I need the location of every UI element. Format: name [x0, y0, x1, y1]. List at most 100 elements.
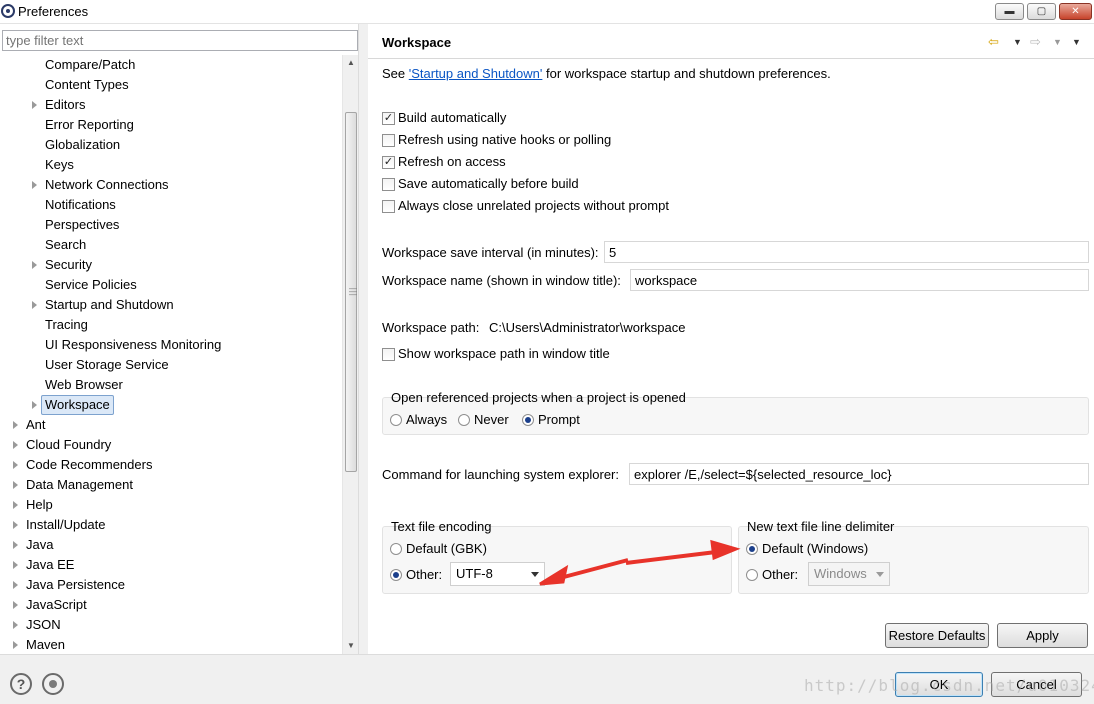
- tree-item[interactable]: Notifications: [0, 195, 342, 215]
- tree-item[interactable]: User Storage Service: [0, 355, 342, 375]
- tree-item[interactable]: Java Persistence: [0, 575, 342, 595]
- back-dropdown-icon[interactable]: ▼: [1013, 37, 1022, 47]
- tree-item[interactable]: JSON: [0, 615, 342, 635]
- checkbox-box[interactable]: [382, 200, 395, 213]
- radio-circle[interactable]: [746, 569, 758, 581]
- tree-item[interactable]: Install/Update: [0, 515, 342, 535]
- forward-arrow-icon[interactable]: ⇨: [1030, 34, 1041, 50]
- expand-arrow-icon[interactable]: [13, 521, 18, 529]
- workspace-path-value: C:\Users\Administrator\workspace: [489, 320, 686, 335]
- tree-item[interactable]: JavaScript: [0, 595, 342, 615]
- tree-item[interactable]: Editors: [0, 95, 342, 115]
- checkmark-icon[interactable]: ✓: [382, 112, 395, 125]
- tree-item[interactable]: Startup and Shutdown: [0, 295, 342, 315]
- import-export-icon[interactable]: [42, 673, 64, 695]
- chevron-down-icon: [531, 572, 539, 577]
- tree-item-label: Help: [26, 497, 53, 512]
- expand-arrow-icon[interactable]: [32, 181, 37, 189]
- expand-arrow-icon[interactable]: [13, 641, 18, 649]
- tree-item-label: Error Reporting: [45, 117, 134, 132]
- restore-defaults-button[interactable]: Restore Defaults: [885, 623, 989, 648]
- tree-item[interactable]: Maven: [0, 635, 342, 654]
- expand-arrow-icon[interactable]: [32, 101, 37, 109]
- expand-arrow-icon[interactable]: [13, 421, 18, 429]
- open-projects-title: Open referenced projects when a project …: [391, 390, 686, 405]
- delimiter-other-label: Other:: [762, 567, 799, 582]
- expand-arrow-icon[interactable]: [32, 261, 37, 269]
- tree-item-label: Startup and Shutdown: [45, 297, 174, 312]
- radio-circle[interactable]: [458, 414, 470, 426]
- tree-item-label: Perspectives: [45, 217, 120, 232]
- tree-item[interactable]: Code Recommenders: [0, 455, 342, 475]
- checkbox-box[interactable]: [382, 348, 395, 361]
- checkbox-label: Save automatically before build: [398, 176, 579, 191]
- tree-item[interactable]: Ant: [0, 415, 342, 435]
- expand-arrow-icon[interactable]: [13, 461, 18, 469]
- view-menu-icon[interactable]: ▼: [1072, 37, 1081, 47]
- checkbox-label: Refresh using native hooks or polling: [398, 132, 612, 147]
- tree-item[interactable]: Compare/Patch: [0, 55, 342, 75]
- save-interval-field[interactable]: 5: [604, 241, 1089, 263]
- radio-circle[interactable]: [390, 414, 402, 426]
- close-button[interactable]: ✕: [1059, 3, 1092, 20]
- forward-dropdown-icon[interactable]: ▼: [1053, 37, 1062, 47]
- radio-circle[interactable]: [390, 569, 402, 581]
- tree-item[interactable]: Java: [0, 535, 342, 555]
- scroll-up-icon[interactable]: ▲: [343, 55, 359, 71]
- encoding-select[interactable]: UTF-8: [450, 562, 545, 586]
- scroll-thumb[interactable]: — — —: [345, 112, 357, 472]
- workspace-name-field[interactable]: workspace: [630, 269, 1089, 291]
- tree-item[interactable]: Network Connections: [0, 175, 342, 195]
- tree-item[interactable]: Help: [0, 495, 342, 515]
- tree-scrollbar[interactable]: ▲ — — — ▼: [342, 55, 358, 654]
- checkbox-box[interactable]: [382, 178, 395, 191]
- tree-item[interactable]: Java EE: [0, 555, 342, 575]
- scroll-down-icon[interactable]: ▼: [343, 638, 359, 654]
- startup-shutdown-link[interactable]: 'Startup and Shutdown': [409, 66, 543, 81]
- expand-arrow-icon[interactable]: [13, 561, 18, 569]
- expand-arrow-icon[interactable]: [13, 581, 18, 589]
- tree-item[interactable]: UI Responsiveness Monitoring: [0, 335, 342, 355]
- expand-arrow-icon[interactable]: [13, 501, 18, 509]
- tree-item[interactable]: Search: [0, 235, 342, 255]
- radio-circle[interactable]: [522, 414, 534, 426]
- preferences-nav-pane: Compare/Patch Content Types Editors Error R…: [0, 24, 359, 654]
- tree-item[interactable]: Data Management: [0, 475, 342, 495]
- expand-arrow-icon[interactable]: [13, 481, 18, 489]
- expand-arrow-icon[interactable]: [32, 301, 37, 309]
- tree-item[interactable]: Perspectives: [0, 215, 342, 235]
- tree-item[interactable]: Globalization: [0, 135, 342, 155]
- tree-item[interactable]: Web Browser: [0, 375, 342, 395]
- expand-arrow-icon[interactable]: [32, 401, 37, 409]
- explorer-command-field[interactable]: explorer /E,/select=${selected_resource_…: [629, 463, 1089, 485]
- radio-circle[interactable]: [746, 543, 758, 555]
- window-title: Preferences: [18, 4, 89, 19]
- tree-item[interactable]: Cloud Foundry: [0, 435, 342, 455]
- delimiter-select[interactable]: Windows: [808, 562, 890, 586]
- tree-item[interactable]: Content Types: [0, 75, 342, 95]
- eclipse-icon: [1, 4, 15, 18]
- expand-arrow-icon[interactable]: [13, 621, 18, 629]
- tree-item[interactable]: Keys: [0, 155, 342, 175]
- checkmark-icon[interactable]: ✓: [382, 156, 395, 169]
- expand-arrow-icon[interactable]: [13, 541, 18, 549]
- minimize-button[interactable]: ▬: [995, 3, 1024, 20]
- expand-arrow-icon[interactable]: [13, 601, 18, 609]
- filter-input[interactable]: [2, 30, 358, 51]
- radio-circle[interactable]: [390, 543, 402, 555]
- back-arrow-icon[interactable]: ⇦: [988, 34, 999, 50]
- startup-shutdown-hint: See 'Startup and Shutdown' for workspace…: [382, 66, 831, 81]
- maximize-button[interactable]: ▢: [1027, 3, 1056, 20]
- tree-item[interactable]: Service Policies: [0, 275, 342, 295]
- expand-arrow-icon[interactable]: [13, 441, 18, 449]
- tree-item-label: Java: [26, 537, 54, 552]
- apply-button[interactable]: Apply: [997, 623, 1088, 648]
- tree-item[interactable]: Error Reporting: [0, 115, 342, 135]
- tree-item[interactable]: Tracing: [0, 315, 342, 335]
- tree-item[interactable]: Security: [0, 255, 342, 275]
- tree-item[interactable]: Workspace: [0, 395, 342, 415]
- tree-item-label: Data Management: [26, 477, 133, 492]
- help-icon[interactable]: ?: [10, 673, 32, 695]
- checkbox-box[interactable]: [382, 134, 395, 147]
- tree-item-label: Web Browser: [45, 377, 123, 392]
